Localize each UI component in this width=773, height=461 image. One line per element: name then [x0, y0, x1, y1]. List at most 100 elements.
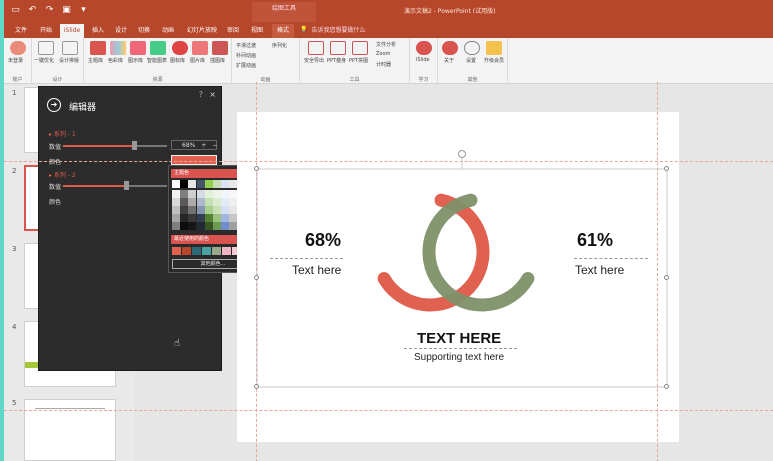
- color-swatch[interactable]: [180, 214, 189, 222]
- color-swatch[interactable]: [172, 214, 180, 222]
- save-icon[interactable]: ▭: [10, 4, 21, 16]
- color-swatch[interactable]: [188, 198, 197, 206]
- color-swatch[interactable]: [204, 214, 213, 222]
- slide-thumbnail[interactable]: [24, 399, 116, 461]
- color-swatch[interactable]: [180, 198, 189, 206]
- tab-islide[interactable]: iSlide: [60, 24, 84, 38]
- resize-handle[interactable]: [664, 275, 669, 280]
- color-swatch[interactable]: [221, 198, 230, 206]
- tool-small-3[interactable]: 计时器: [376, 61, 391, 68]
- color-swatch[interactable]: [172, 198, 180, 206]
- color-swatch[interactable]: [221, 180, 230, 188]
- left-text[interactable]: Text here: [292, 263, 341, 277]
- resource-btn-4[interactable]: 智能图表: [147, 57, 167, 64]
- color-swatch[interactable]: [180, 206, 189, 214]
- color-swatch[interactable]: [196, 180, 205, 188]
- color-swatch[interactable]: [180, 190, 189, 198]
- diagram-library-icon[interactable]: [130, 41, 146, 55]
- color-swatch[interactable]: [196, 206, 205, 214]
- tab-transitions[interactable]: 切换: [135, 24, 153, 38]
- color-library-icon[interactable]: [110, 41, 126, 55]
- gear-icon[interactable]: [464, 41, 480, 55]
- color-swatch[interactable]: [188, 214, 197, 222]
- design-btn-2[interactable]: 设计排版: [59, 57, 79, 64]
- series2-slider[interactable]: [63, 181, 167, 190]
- recent-color-swatch[interactable]: [192, 247, 201, 255]
- slide-canvas[interactable]: 68% Text here 61% Text here TEXT HERE Su…: [4, 82, 773, 461]
- ppt-puzzle-icon[interactable]: [352, 41, 368, 55]
- color-swatch[interactable]: [213, 222, 221, 230]
- color-swatch[interactable]: [180, 222, 189, 230]
- color-swatch[interactable]: [172, 180, 180, 188]
- rotate-handle[interactable]: [458, 150, 466, 158]
- left-percentage[interactable]: 68%: [305, 230, 341, 251]
- resource-btn-6[interactable]: 图片库: [190, 57, 205, 64]
- resource-btn-1[interactable]: 主题库: [88, 57, 103, 64]
- tab-review[interactable]: 审阅: [224, 24, 242, 38]
- recent-color-swatch[interactable]: [182, 247, 191, 255]
- resize-handle[interactable]: [664, 166, 669, 171]
- series1-color-swatch[interactable]: [171, 155, 217, 165]
- presentation-icon[interactable]: ▣: [61, 4, 72, 16]
- optimize-icon[interactable]: [38, 41, 54, 55]
- color-swatch[interactable]: [213, 190, 221, 198]
- resource-btn-3[interactable]: 图示库: [128, 57, 143, 64]
- recent-color-swatch[interactable]: [222, 247, 231, 255]
- more-icon[interactable]: ▾: [78, 4, 89, 16]
- slide-title[interactable]: TEXT HERE: [417, 330, 501, 347]
- anim-btn-3[interactable]: 扩展动画: [236, 62, 256, 69]
- color-swatch[interactable]: [196, 190, 205, 198]
- color-swatch[interactable]: [172, 190, 180, 198]
- learn-btn-1[interactable]: iSlide: [416, 57, 430, 63]
- color-swatch[interactable]: [204, 190, 213, 198]
- color-swatch[interactable]: [221, 214, 230, 222]
- anim-btn-4[interactable]: 序列化: [272, 42, 287, 49]
- color-swatch[interactable]: [204, 222, 213, 230]
- close-icon[interactable]: ×: [209, 90, 216, 99]
- help-icon[interactable]: ?: [199, 90, 203, 99]
- tool-small-1[interactable]: 文件分析: [376, 41, 396, 48]
- color-swatch[interactable]: [188, 180, 197, 188]
- resize-handle[interactable]: [664, 384, 669, 389]
- resize-handle[interactable]: [254, 166, 259, 171]
- color-swatch[interactable]: [196, 214, 205, 222]
- about-icon[interactable]: [442, 41, 458, 55]
- recent-color-swatch[interactable]: [212, 247, 221, 255]
- redo-icon[interactable]: ↷: [44, 4, 55, 16]
- series1-value-input[interactable]: 68% + −: [171, 140, 217, 150]
- color-swatch[interactable]: [204, 198, 213, 206]
- right-text[interactable]: Text here: [575, 263, 624, 277]
- theme-library-icon[interactable]: [90, 41, 106, 55]
- plus-icon[interactable]: +: [201, 142, 206, 149]
- ppt-slim-icon[interactable]: [330, 41, 346, 55]
- minus-icon[interactable]: −: [212, 142, 217, 149]
- layout-icon[interactable]: [62, 41, 78, 55]
- tab-insert[interactable]: 插入: [89, 24, 107, 38]
- safe-export-icon[interactable]: [308, 41, 324, 55]
- color-swatch[interactable]: [196, 198, 205, 206]
- tab-home[interactable]: 开始: [37, 24, 55, 38]
- resource-btn-7[interactable]: 插图库: [210, 57, 225, 64]
- series1-slider[interactable]: [63, 141, 167, 150]
- color-swatch[interactable]: [188, 222, 197, 230]
- tab-format[interactable]: 格式: [272, 24, 294, 38]
- series2-header[interactable]: ▸ 系列 - 2: [49, 170, 76, 179]
- tool-btn-2[interactable]: PPT瘦身: [327, 57, 346, 64]
- color-swatch[interactable]: [204, 180, 213, 188]
- islide-icon[interactable]: [416, 41, 432, 55]
- tool-btn-3[interactable]: PPT拼图: [349, 57, 368, 64]
- recent-color-swatch[interactable]: [202, 247, 211, 255]
- tab-slideshow[interactable]: 幻灯片放映: [184, 24, 220, 38]
- color-swatch[interactable]: [213, 180, 221, 188]
- tool-btn-1[interactable]: 安全导出: [304, 57, 324, 64]
- tool-small-2[interactable]: Zoom: [376, 51, 390, 57]
- anim-btn-2[interactable]: 补间动画: [236, 52, 256, 59]
- illustration-library-icon[interactable]: [212, 41, 228, 55]
- other-btn-2[interactable]: 设置: [466, 57, 476, 64]
- resize-handle[interactable]: [254, 275, 259, 280]
- image-library-icon[interactable]: [192, 41, 208, 55]
- diamond-icon[interactable]: [486, 41, 502, 55]
- series2-slider-knob[interactable]: [124, 181, 130, 190]
- color-swatch[interactable]: [196, 222, 205, 230]
- design-btn-1[interactable]: 一键优化: [34, 57, 54, 64]
